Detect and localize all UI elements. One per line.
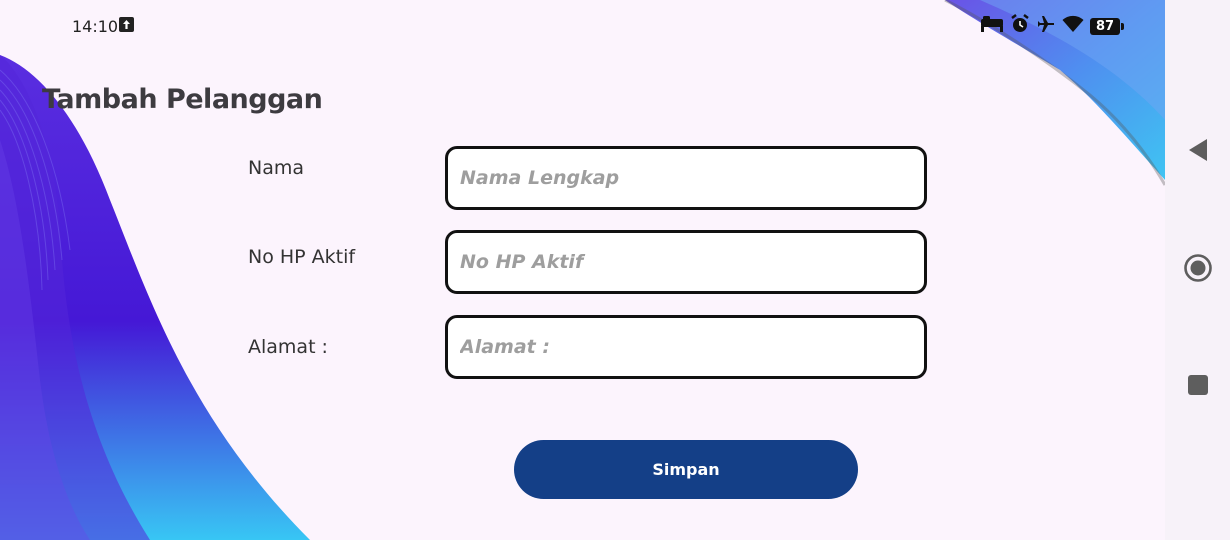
recents-button[interactable] — [1165, 362, 1230, 412]
status-icons: 87 — [980, 13, 1124, 39]
wifi-icon — [1062, 15, 1084, 38]
back-button[interactable] — [1165, 127, 1230, 177]
recents-icon — [1187, 374, 1209, 401]
upload-arrow-icon — [119, 17, 134, 32]
app-screen: 14:10 87 Tambah Pelanggan Nama No HP Akt… — [0, 0, 1165, 540]
page-title: Tambah Pelanggan — [42, 84, 323, 115]
home-button[interactable] — [1165, 245, 1230, 295]
airplane-icon — [1036, 14, 1056, 39]
phone-input[interactable] — [445, 230, 927, 294]
name-input[interactable] — [445, 146, 927, 210]
bed-icon — [980, 15, 1004, 38]
phone-label: No HP Aktif — [248, 246, 356, 268]
status-time: 14:10 — [72, 17, 119, 36]
alarm-icon — [1010, 13, 1030, 39]
address-input[interactable] — [445, 315, 927, 379]
save-button[interactable]: Simpan — [514, 440, 858, 499]
name-label: Nama — [248, 157, 305, 179]
status-bar: 14:10 87 — [0, 0, 1165, 52]
battery-indicator: 87 — [1090, 17, 1124, 35]
back-icon — [1187, 138, 1209, 167]
address-label: Alamat : — [248, 336, 328, 358]
home-icon — [1183, 253, 1213, 288]
navigation-bar — [1165, 0, 1230, 540]
